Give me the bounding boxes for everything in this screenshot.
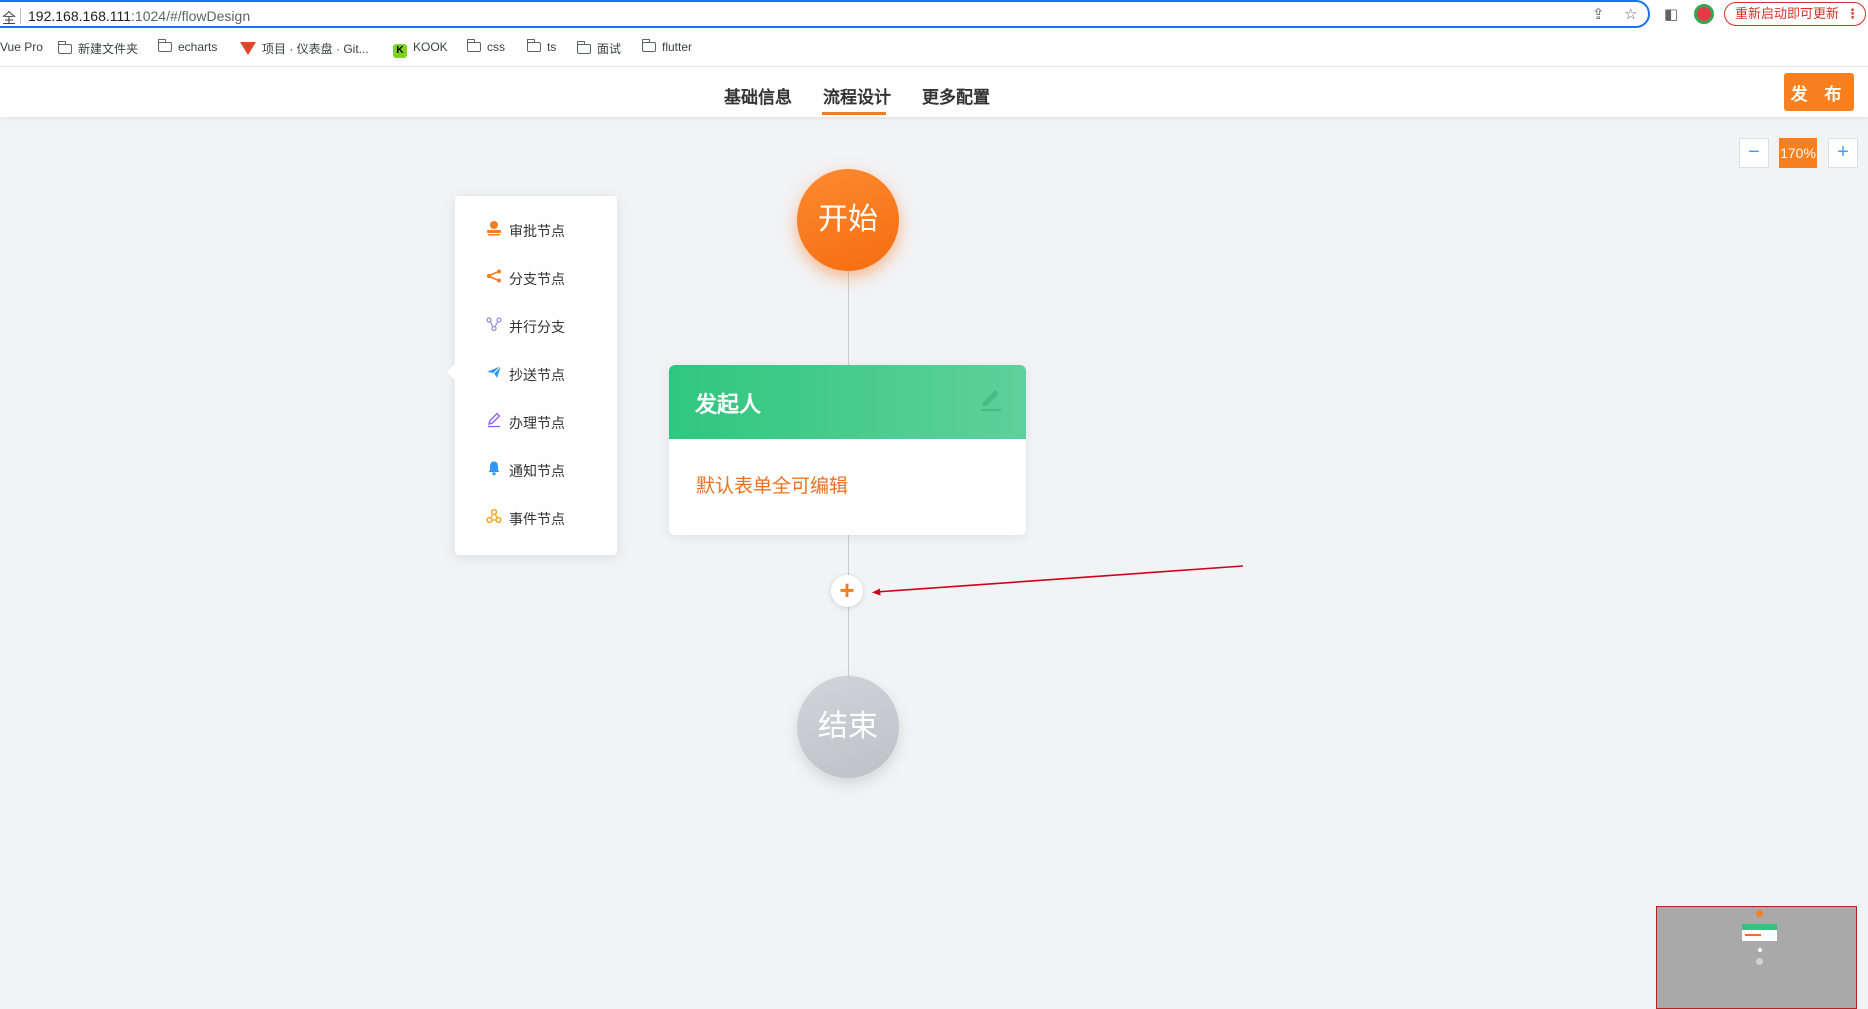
folder-icon <box>641 39 656 52</box>
annotation-arrow <box>872 565 1244 596</box>
menu-item-notify[interactable]: 通知节点 <box>485 459 565 483</box>
add-node-button[interactable]: + <box>831 575 863 607</box>
approver-icon <box>485 219 503 243</box>
minimap-start <box>1756 910 1763 917</box>
menu-item-parallel[interactable]: 并行分支 <box>485 315 565 339</box>
minimap[interactable] <box>1656 906 1857 1009</box>
url-path: :1024/#/flowDesign <box>131 8 251 24</box>
minimap-card-line <box>1745 934 1761 936</box>
minimap-card-header <box>1742 924 1777 930</box>
profile-avatar[interactable] <box>1694 4 1714 24</box>
flow-connector <box>848 271 849 365</box>
address-bar: 全 192.168.168.111:1024/#/flowDesign ⇪ ☆ … <box>0 0 1868 30</box>
parallel-icon <box>485 315 503 339</box>
kook-icon: K <box>393 44 407 58</box>
security-indicator[interactable]: 全 <box>2 8 16 28</box>
event-icon <box>485 507 503 531</box>
tab-basic-info[interactable]: 基础信息 <box>724 83 792 108</box>
folder-icon <box>576 41 591 54</box>
menu-item-cc[interactable]: 抄送节点 <box>485 363 565 387</box>
tab-more-settings[interactable]: 更多配置 <box>922 83 990 108</box>
bookmark-item[interactable]: echarts <box>157 39 217 54</box>
send-icon <box>485 363 503 387</box>
publish-button[interactable]: 发 布 <box>1784 73 1854 111</box>
menu-item-branch[interactable]: 分支节点 <box>485 267 565 291</box>
bookmark-item[interactable]: 新建文件夹 <box>57 40 138 57</box>
initiator-card-header: 发起人 <box>669 365 1026 439</box>
active-tab-indicator <box>822 112 886 115</box>
initiator-card-title: 发起人 <box>695 392 762 417</box>
url-field[interactable]: 全 192.168.168.111:1024/#/flowDesign <box>0 0 1650 28</box>
menu-item-handle[interactable]: 办理节点 <box>485 411 565 435</box>
bookmark-item[interactable]: 面试 <box>576 40 621 57</box>
bookmark-item[interactable]: ts <box>526 39 556 54</box>
minimap-card <box>1742 924 1777 941</box>
more-menu-icon[interactable]: ⋮ <box>1846 3 1859 25</box>
update-label: 重新启动即可更新 <box>1735 6 1840 21</box>
edit-icon <box>485 411 503 435</box>
url-host: 192.168.168.111 <box>28 8 132 24</box>
folder-icon <box>57 41 72 54</box>
url-text[interactable]: 192.168.168.111:1024/#/flowDesign <box>28 8 250 24</box>
bookmarks-bar: Vue Pro 新建文件夹 echarts 项目 · 仪表盘 · Git... … <box>0 30 1868 67</box>
start-node: 开始 <box>797 169 899 271</box>
bookmark-item[interactable]: K KOOK <box>393 40 448 58</box>
tab-flow-design[interactable]: 流程设计 <box>823 83 891 108</box>
update-button[interactable]: 重新启动即可更新 ⋮ <box>1724 2 1866 26</box>
folder-icon <box>526 39 541 52</box>
bookmark-star-icon[interactable]: ☆ <box>1624 5 1637 23</box>
app-header: 基础信息 流程设计 更多配置 发 布 <box>0 67 1868 117</box>
side-panel-icon[interactable]: ◧ <box>1664 5 1678 23</box>
zoom-level: 170% <box>1779 138 1817 168</box>
add-node-menu: 审批节点 分支节点 并行分支 抄送节点 办理节点 通知节点 事件节点 <box>447 196 617 555</box>
bookmark-item[interactable]: css <box>466 39 505 54</box>
edit-icon[interactable] <box>978 387 1004 413</box>
menu-item-approver[interactable]: 审批节点 <box>485 219 565 243</box>
menu-item-event[interactable]: 事件节点 <box>485 507 565 531</box>
share-icon[interactable]: ⇪ <box>1592 5 1605 23</box>
folder-icon <box>466 39 481 52</box>
address-divider <box>20 8 21 24</box>
zoom-in-button[interactable]: + <box>1828 138 1858 168</box>
initiator-node-card[interactable]: 发起人 默认表单全可编辑 <box>669 365 1026 535</box>
bookmark-item[interactable]: flutter <box>641 39 692 54</box>
bookmark-item[interactable]: 项目 · 仪表盘 · Git... <box>240 40 369 57</box>
bell-icon <box>485 459 503 483</box>
minimap-add <box>1758 948 1762 952</box>
minimap-end <box>1756 958 1763 965</box>
bookmark-item[interactable]: Vue Pro <box>0 40 43 54</box>
folder-icon <box>157 39 172 52</box>
branch-icon <box>485 267 503 291</box>
gitlab-icon <box>240 42 256 55</box>
initiator-card-content: 默认表单全可编辑 <box>696 476 849 497</box>
end-node: 结束 <box>797 676 899 778</box>
zoom-out-button[interactable]: − <box>1739 138 1769 168</box>
